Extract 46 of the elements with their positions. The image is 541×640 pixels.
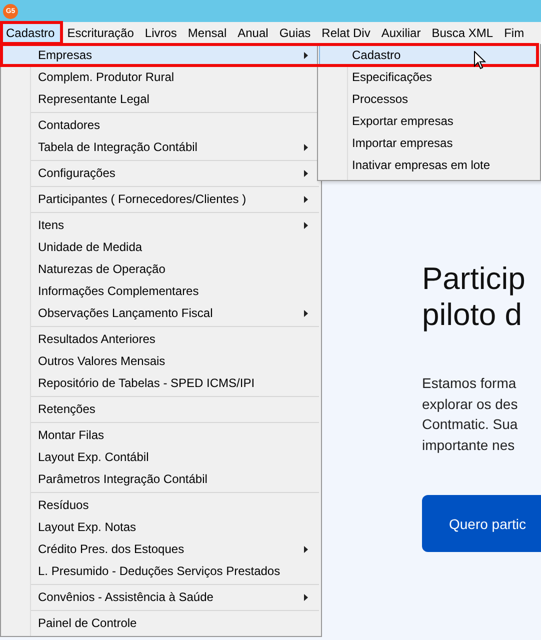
menu-item[interactable]: Naturezas de Operação — [3, 258, 319, 280]
menu-item[interactable]: Montar Filas — [3, 424, 319, 446]
menu-item[interactable]: Especificações — [320, 66, 538, 88]
join-button[interactable]: Quero partic — [422, 495, 541, 552]
menu-bar-item[interactable]: Relat Div — [316, 22, 376, 44]
menu-item[interactable]: Importar empresas — [320, 132, 538, 154]
menu-bar-item[interactable]: Escrituração — [62, 22, 140, 44]
paragraph-line: explorar os des — [422, 394, 519, 414]
menu-item[interactable]: Convênios - Assistência à Saúde — [3, 586, 319, 608]
paragraph-line: Contmatic. Sua — [422, 415, 519, 434]
menu-item[interactable]: Repositório de Tabelas - SPED ICMS/IPI — [3, 372, 319, 394]
menu-item[interactable]: Resíduos — [3, 494, 319, 516]
heading-line: Particip — [422, 261, 526, 297]
menu-item[interactable]: Tabela de Integração Contábil — [3, 136, 319, 158]
menu-item[interactable]: Layout Exp. Contábil — [3, 446, 319, 468]
menu-item[interactable]: Painel de Controle — [3, 612, 319, 634]
menu-item[interactable]: Parâmetros Integração Contábil — [3, 468, 319, 490]
menu-bar-item[interactable]: Livros — [139, 22, 182, 44]
menu-item[interactable]: Inativar empresas em lote — [320, 154, 538, 176]
menu-bar-item[interactable]: Busca XML — [426, 22, 499, 44]
menu-item[interactable]: Participantes ( Fornecedores/Clientes ) — [3, 188, 319, 210]
menu-item[interactable]: L. Presumido - Deduções Serviços Prestados — [3, 560, 319, 582]
menu-item[interactable]: Itens — [3, 214, 319, 236]
menu-item[interactable]: Informações Complementares — [3, 280, 319, 302]
menu-item[interactable]: Retenções — [3, 398, 319, 420]
menu-bar-item[interactable]: Fim — [498, 22, 530, 44]
menu-item[interactable]: Observações Lançamento Fiscal — [3, 302, 319, 324]
menu-item[interactable]: Processos — [320, 88, 538, 110]
heading-line: piloto d — [422, 297, 523, 333]
menu-item[interactable]: Contadores — [3, 114, 319, 136]
menu-item[interactable]: Layout Exp. Notas — [3, 516, 319, 538]
menu-item[interactable]: Unidade de Medida — [3, 236, 319, 258]
paragraph-line: importante nes — [422, 436, 516, 455]
mouse-cursor-icon — [474, 51, 486, 70]
menu-item[interactable]: Outros Valores Mensais — [3, 350, 319, 372]
menu-item[interactable]: Crédito Pres. dos Estoques — [3, 538, 319, 560]
menu-item[interactable]: Configurações — [3, 162, 319, 184]
paragraph-line: Estamos forma — [422, 374, 518, 393]
menu-item[interactable]: Representante Legal — [3, 88, 319, 110]
menu-bar-item[interactable]: Anual — [232, 22, 274, 44]
menu-item[interactable]: Exportar empresas — [320, 110, 538, 132]
menu-item[interactable]: Resultados Anteriores — [3, 328, 319, 350]
menu-bar-item[interactable]: Guias — [274, 22, 316, 44]
menu-item[interactable]: Complem. Produtor Rural — [3, 66, 319, 88]
menu-bar-item[interactable]: Auxiliar — [376, 22, 426, 44]
menu-bar-item[interactable]: Mensal — [182, 22, 232, 44]
